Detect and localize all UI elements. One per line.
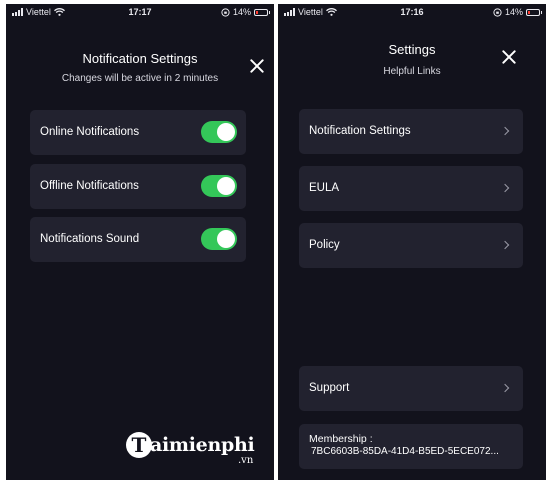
orientation-lock-icon xyxy=(493,7,502,17)
membership-card: Membership : 7BC6603B-85DA-41D4-B5ED-5EC… xyxy=(299,424,523,469)
membership-id: 7BC6603B-85DA-41D4-B5ED-5ECE072... xyxy=(311,446,499,457)
notifications-sound-toggle[interactable] xyxy=(201,228,237,250)
page-subtitle: Changes will be active in 2 minutes xyxy=(61,73,219,84)
toggle-label: Offline Notifications xyxy=(40,180,139,192)
offline-notifications-toggle[interactable] xyxy=(201,175,237,197)
battery-icon xyxy=(254,8,270,16)
membership-label: Membership : xyxy=(309,433,373,445)
toggle-label: Notifications Sound xyxy=(40,233,140,245)
toggle-knob xyxy=(217,230,235,248)
chevron-right-icon xyxy=(500,126,510,136)
settings-screen: Viettel 17:16 14% Settings Helpful Links… xyxy=(278,4,546,480)
battery-icon xyxy=(526,8,542,16)
watermark-tld: .vn xyxy=(238,455,254,466)
page-subtitle: Helpful Links xyxy=(383,66,441,77)
link-notification-settings[interactable]: Notification Settings xyxy=(299,109,523,154)
status-bar: Viettel 17:16 14% xyxy=(278,4,546,20)
toggle-row-notifications-sound: Notifications Sound xyxy=(30,217,246,262)
toggle-label: Online Notifications xyxy=(40,126,140,138)
close-icon[interactable] xyxy=(500,48,518,66)
close-icon[interactable] xyxy=(248,57,266,75)
battery-percent: 14% xyxy=(504,7,523,17)
toggle-knob xyxy=(217,123,235,141)
status-bar: Viettel 17:17 14% xyxy=(6,4,274,20)
toggle-row-online-notifications: Online Notifications xyxy=(30,110,246,155)
chevron-right-icon xyxy=(500,183,510,193)
chevron-right-icon xyxy=(500,383,510,393)
link-label: Policy xyxy=(309,239,340,251)
orientation-lock-icon xyxy=(221,7,230,17)
page-title: Notification Settings xyxy=(82,51,198,66)
link-support[interactable]: Support xyxy=(299,366,523,411)
link-policy[interactable]: Policy xyxy=(299,223,523,268)
link-eula[interactable]: EULA xyxy=(299,166,523,211)
notification-settings-screen: Viettel 17:17 14% Notification Settings … xyxy=(6,4,274,480)
watermark-emblem: T xyxy=(126,432,152,458)
watermark-logo: T aimienphi .vn xyxy=(126,432,276,472)
chevron-right-icon xyxy=(500,240,510,250)
online-notifications-toggle[interactable] xyxy=(201,121,237,143)
toggle-knob xyxy=(217,177,235,195)
link-label: Support xyxy=(309,382,350,394)
link-label: Notification Settings xyxy=(309,125,411,137)
link-label: EULA xyxy=(309,182,340,194)
battery-percent: 14% xyxy=(232,7,251,17)
toggle-row-offline-notifications: Offline Notifications xyxy=(30,164,246,209)
